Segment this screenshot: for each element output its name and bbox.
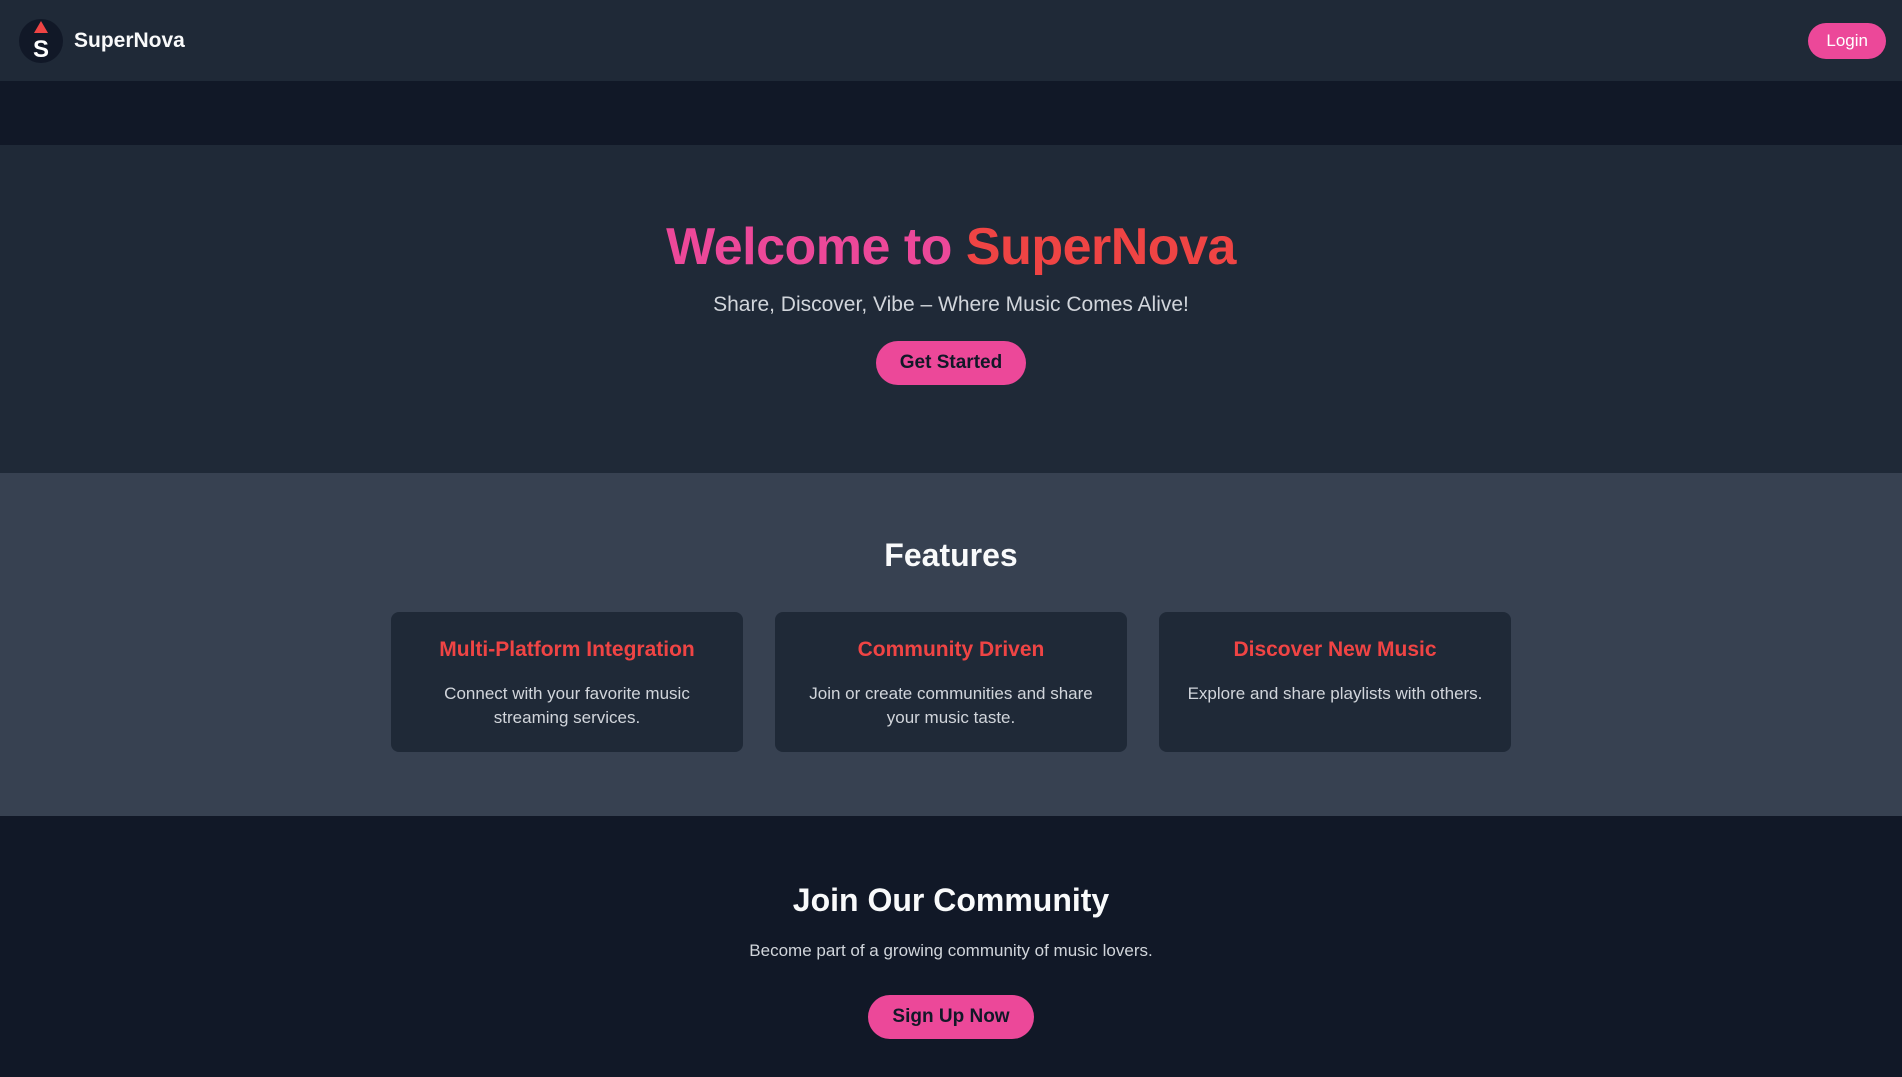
community-section: Join Our Community Become part of a grow… bbox=[0, 816, 1902, 1077]
logo-letter: S bbox=[33, 36, 49, 63]
hero-title-brand: SuperNova bbox=[965, 218, 1237, 276]
navbar: S SuperNova Login bbox=[0, 0, 1902, 81]
hero-section: Welcome to SuperNova Share, Discover, Vi… bbox=[0, 145, 1902, 473]
features-heading: Features bbox=[884, 537, 1018, 573]
feature-card-multi-platform: Multi-Platform Integration Connect with … bbox=[391, 612, 743, 752]
feature-card-title: Community Driven bbox=[857, 638, 1045, 661]
feature-card-text: Explore and share playlists with others. bbox=[1187, 684, 1483, 703]
features-section: Features Multi-Platform Integration Conn… bbox=[0, 473, 1902, 816]
hero-title: Welcome to SuperNova bbox=[0, 221, 1902, 273]
feature-card-title: Discover New Music bbox=[1233, 638, 1437, 661]
brand[interactable]: S SuperNova bbox=[19, 18, 185, 63]
login-button[interactable]: Login bbox=[1808, 22, 1886, 59]
sign-up-button[interactable]: Sign Up Now bbox=[868, 995, 1034, 1039]
feature-card-title: Multi-Platform Integration bbox=[439, 638, 695, 661]
spacer-strip bbox=[0, 81, 1902, 145]
feature-card-text: Join or create communities and share you… bbox=[809, 684, 1093, 727]
hero-subtitle: Share, Discover, Vibe – Where Music Come… bbox=[713, 293, 1189, 316]
get-started-button[interactable]: Get Started bbox=[875, 341, 1027, 385]
community-heading: Join Our Community bbox=[792, 882, 1110, 918]
brand-name: SuperNova bbox=[74, 28, 185, 52]
supernova-logo-icon: S bbox=[19, 18, 63, 63]
community-subtitle: Become part of a growing community of mu… bbox=[749, 941, 1153, 960]
feature-cards: Multi-Platform Integration Connect with … bbox=[0, 612, 1902, 752]
feature-card-text: Connect with your favorite music streami… bbox=[444, 684, 690, 727]
hero-title-welcome: Welcome to bbox=[666, 218, 952, 276]
feature-card-discover: Discover New Music Explore and share pla… bbox=[1159, 612, 1511, 752]
feature-card-community: Community Driven Join or create communit… bbox=[775, 612, 1127, 752]
